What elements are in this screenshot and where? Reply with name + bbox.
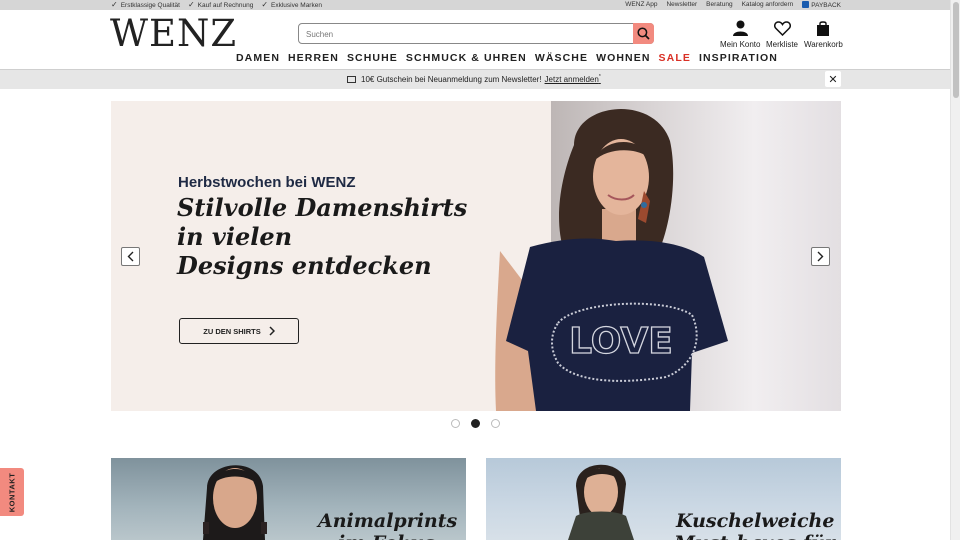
link-newsletter[interactable]: Newsletter	[666, 1, 697, 9]
nav-sale[interactable]: SALE	[659, 52, 691, 64]
close-banner-button[interactable]: ✕	[825, 71, 841, 87]
search-input[interactable]	[306, 27, 626, 41]
carousel-dot[interactable]	[491, 419, 500, 428]
teaser-tile-kuschelweiche[interactable]: Kuschelweiche Must-haves für	[486, 458, 841, 540]
tile-model-photo	[203, 465, 267, 540]
user-icon	[732, 18, 748, 36]
page-scrollbar[interactable]	[950, 0, 960, 540]
shop-shirts-button[interactable]: ZU DEN SHIRTS	[179, 318, 299, 344]
top-utility-bar: ✓ Erstklassige Qualität ✓ Kauf auf Rechnun…	[0, 0, 950, 10]
link-katalog[interactable]: Katalog anfordern	[742, 1, 794, 9]
model-photo: LOVE	[495, 109, 728, 411]
carousel-indicators	[451, 419, 500, 428]
account-button[interactable]: Mein Konto	[720, 18, 760, 49]
usp-list: ✓ Erstklassige Qualität ✓ Kauf auf Rechnun…	[111, 1, 322, 9]
wenz-logo[interactable]: WENZ	[110, 14, 237, 54]
newsletter-signup-link[interactable]: Jetzt anmelden*	[545, 74, 601, 84]
nav-schuhe[interactable]: SCHUHE	[347, 52, 398, 64]
link-beratung[interactable]: Beratung	[706, 1, 732, 9]
checkmark-icon: ✓	[261, 0, 269, 9]
search-button[interactable]	[633, 23, 654, 44]
link-payback[interactable]: PAYBACK	[802, 1, 841, 9]
carousel-next-button[interactable]	[811, 247, 830, 266]
shirt-print-text: LOVE	[569, 321, 673, 362]
cart-button[interactable]: Warenkorb	[804, 18, 843, 49]
carousel-dot[interactable]	[451, 419, 460, 428]
shopping-bag-icon	[816, 18, 830, 36]
main-navigation: DAMEN HERREN SCHUHE SCHMUCK & UHREN WÄSC…	[236, 52, 778, 64]
hero-banner[interactable]: LOVE Herbstwochen bei WENZ Stilvolle Dam…	[111, 101, 841, 411]
tile-subtitle: im Fokus	[338, 532, 435, 540]
nav-inspiration[interactable]: INSPIRATION	[699, 52, 778, 64]
chevron-right-icon	[817, 251, 824, 262]
contact-side-tab[interactable]: KONTAKT	[0, 468, 24, 516]
usp-item: ✓ Exklusive Marken	[261, 0, 322, 9]
usp-item: ✓ Kauf auf Rechnung	[187, 0, 254, 9]
teaser-tile-animalprints[interactable]: Animalprints im Fokus	[111, 458, 466, 540]
carousel-dot-active[interactable]	[471, 419, 480, 428]
nav-waesche[interactable]: WÄSCHE	[535, 52, 588, 64]
hero-headline: Stilvolle Damenshirts in vielen Designs …	[177, 193, 468, 280]
search-icon	[637, 27, 650, 40]
close-icon: ✕	[828, 73, 838, 86]
envelope-icon	[347, 75, 356, 83]
scrollbar-thumb[interactable]	[953, 2, 959, 98]
nav-herren[interactable]: HERREN	[288, 52, 339, 64]
tile-title: Kuschelweiche	[676, 510, 835, 532]
nav-wohnen[interactable]: WOHNEN	[596, 52, 650, 64]
newsletter-banner: 10€ Gutschein bei Neuanmeldung zum Newsl…	[0, 70, 950, 89]
checkmark-icon: ✓	[187, 0, 195, 9]
tile-subtitle: Must-haves für	[674, 532, 835, 540]
service-links: WENZ App Newsletter Beratung Katalog anf…	[625, 1, 841, 9]
nav-schmuck-uhren[interactable]: SCHMUCK & UHREN	[406, 52, 527, 64]
carousel-prev-button[interactable]	[121, 247, 140, 266]
checkmark-icon: ✓	[111, 0, 118, 9]
search-bar	[298, 23, 654, 44]
chevron-right-icon	[269, 326, 275, 336]
usp-item: ✓ Erstklassige Qualität	[111, 0, 180, 9]
link-wenz-app[interactable]: WENZ App	[625, 1, 657, 9]
tile-title: Animalprints	[318, 510, 458, 532]
payback-icon	[802, 1, 810, 8]
nav-damen[interactable]: DAMEN	[236, 52, 280, 64]
newsletter-banner-text: 10€ Gutschein bei Neuanmeldung zum Newsl…	[347, 74, 601, 84]
wishlist-button[interactable]: Merkliste	[766, 18, 798, 49]
chevron-left-icon	[127, 251, 134, 262]
hero-subtitle: Herbstwochen bei WENZ	[178, 174, 356, 191]
heart-icon	[773, 18, 791, 36]
tile-model-photo	[568, 464, 634, 540]
